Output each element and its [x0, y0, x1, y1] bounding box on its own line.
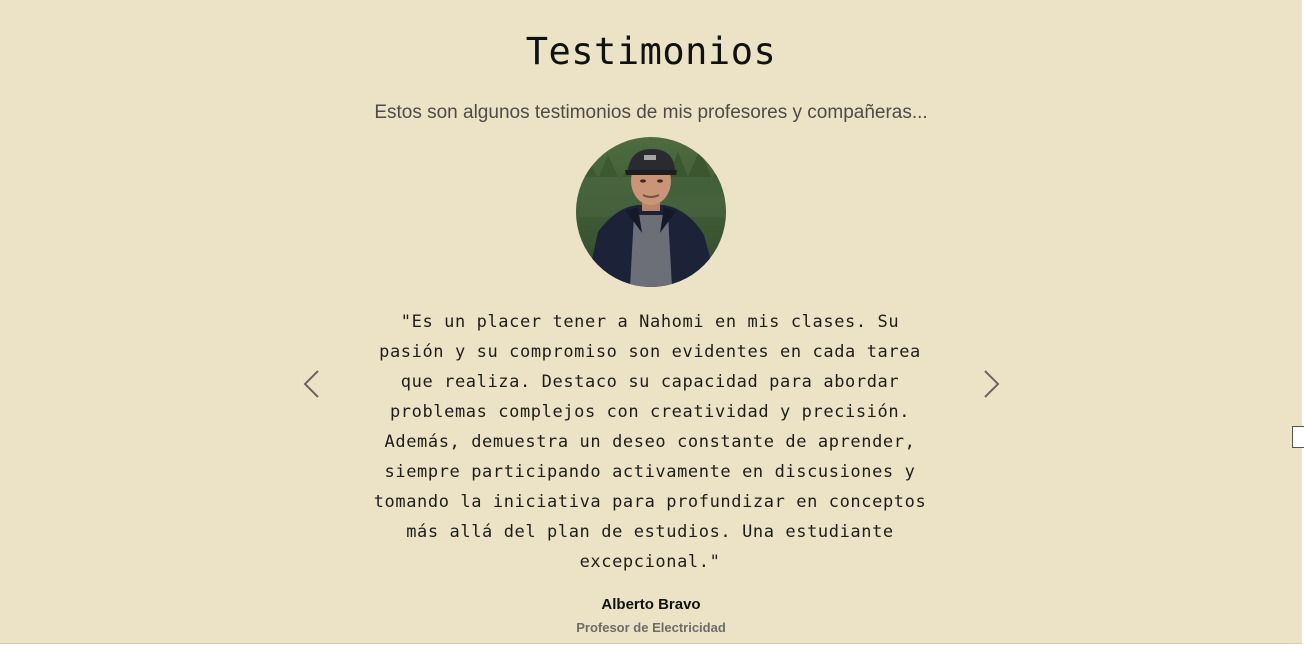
chevron-right-icon	[984, 370, 1000, 398]
testimonials-section: Testimonios Estos son algunos testimonio…	[0, 0, 1302, 644]
edge-tab-widget[interactable]	[1292, 426, 1304, 448]
section-title: Testimonios	[525, 30, 777, 73]
carousel-prev-button[interactable]	[292, 362, 332, 406]
section-subtitle: Estos son algunos testimonios de mis pro…	[374, 102, 928, 123]
author-avatar	[576, 137, 726, 287]
author-name: Alberto Bravo	[601, 596, 701, 613]
avatar-photo	[576, 137, 726, 287]
carousel-next-button[interactable]	[971, 362, 1011, 406]
testimonial-quote: "Es un placer tener a Nahomi en mis clas…	[373, 312, 927, 572]
author-role: Profesor de Electricidad	[576, 620, 726, 635]
chevron-left-icon	[303, 370, 319, 398]
